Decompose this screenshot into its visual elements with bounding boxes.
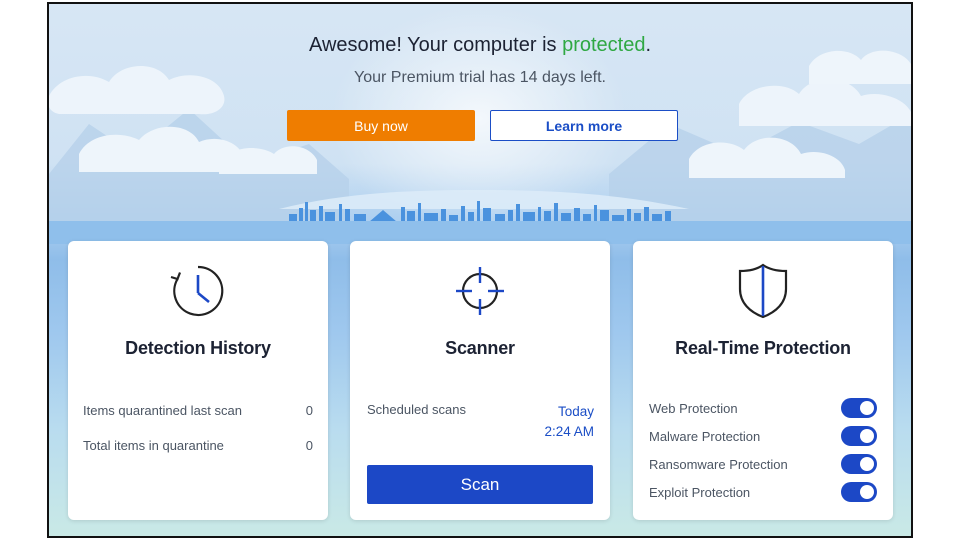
detection-history-card[interactable]: Detection History Items quarantined last… bbox=[68, 241, 328, 520]
protection-label: Malware Protection bbox=[649, 428, 761, 444]
protection-label: Web Protection bbox=[649, 400, 738, 416]
buy-now-button[interactable]: Buy now bbox=[287, 110, 475, 141]
stat-row-total-quarantine: Total items in quarantine 0 bbox=[83, 438, 313, 453]
ransomware-protection-toggle[interactable] bbox=[841, 454, 877, 474]
protection-row-malware: Malware Protection bbox=[649, 426, 877, 446]
protection-label: Ransomware Protection bbox=[649, 456, 788, 472]
stat-row-last-scan: Items quarantined last scan 0 bbox=[83, 403, 313, 418]
scheduled-scans-label: Scheduled scans bbox=[367, 402, 467, 417]
scheduled-scan-clock: 2:24 AM bbox=[544, 424, 594, 439]
toggle-knob bbox=[860, 401, 874, 415]
toggle-knob bbox=[860, 457, 874, 471]
toggle-knob bbox=[860, 485, 874, 499]
crosshair-icon bbox=[350, 261, 610, 321]
detection-history-title: Detection History bbox=[125, 338, 271, 358]
protection-row-web: Web Protection bbox=[649, 398, 877, 418]
stat-value: 0 bbox=[305, 403, 313, 418]
stat-label: Total items in quarantine bbox=[83, 438, 224, 453]
scanner-card[interactable]: Scanner Scheduled scans Today 2:24 AM Sc… bbox=[350, 241, 610, 520]
scheduled-scan-day: Today bbox=[557, 404, 594, 419]
malware-protection-toggle[interactable] bbox=[841, 426, 877, 446]
headline-prefix: Awesome! Your computer is bbox=[308, 34, 563, 56]
protection-label: Exploit Protection bbox=[649, 484, 751, 500]
learn-more-button[interactable]: Learn more bbox=[490, 110, 678, 141]
app-window: Awesome! Your computer is protected. You… bbox=[47, 2, 913, 538]
clock-history-icon bbox=[68, 261, 328, 321]
protection-row-ransomware: Ransomware Protection bbox=[649, 454, 877, 474]
headline-suffix: . bbox=[645, 34, 652, 56]
scheduled-scan-time[interactable]: Today 2:24 AM bbox=[544, 402, 594, 442]
scan-button[interactable]: Scan bbox=[367, 465, 593, 504]
shield-icon bbox=[633, 261, 893, 321]
trial-remaining-text: Your Premium trial has 14 days left. bbox=[354, 69, 606, 86]
protection-status-headline: Awesome! Your computer is protected. bbox=[49, 34, 911, 57]
scanner-title: Scanner bbox=[445, 338, 515, 358]
real-time-protection-title: Real-Time Protection bbox=[675, 338, 851, 358]
web-protection-toggle[interactable] bbox=[841, 398, 877, 418]
protected-status-text: protected bbox=[562, 34, 646, 56]
hero-banner: Awesome! Your computer is protected. You… bbox=[49, 34, 911, 87]
protection-row-exploit: Exploit Protection bbox=[649, 482, 877, 502]
stat-label: Items quarantined last scan bbox=[83, 403, 242, 418]
exploit-protection-toggle[interactable] bbox=[841, 482, 877, 502]
toggle-knob bbox=[860, 429, 874, 443]
stat-value: 0 bbox=[305, 438, 313, 453]
real-time-protection-card[interactable]: Real-Time Protection Web Protection Malw… bbox=[633, 241, 893, 520]
